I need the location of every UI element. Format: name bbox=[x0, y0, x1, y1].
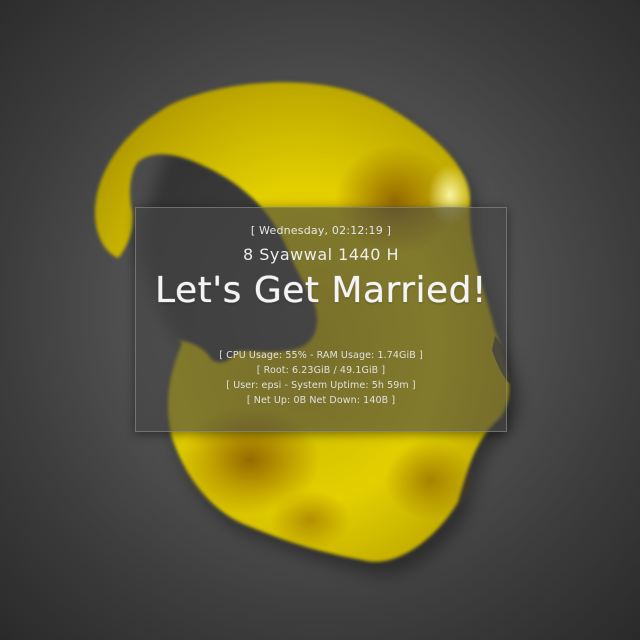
user-uptime-line: [ User: epsi - System Uptime: 5h 59m ] bbox=[226, 380, 416, 391]
conky-system-widget: [ Wednesday, 02:12:19 ] 8 Syawwal 1440 H… bbox=[135, 207, 507, 432]
network-traffic-line: [ Net Up: 0B Net Down: 140B ] bbox=[246, 395, 396, 406]
cpu-ram-usage-line: [ CPU Usage: 55% - RAM Usage: 1.74GiB ] bbox=[219, 350, 423, 361]
headline-text: Let's Get Married! bbox=[155, 270, 487, 311]
root-disk-usage-line: [ Root: 6.23GiB / 49.1GiB ] bbox=[256, 365, 386, 376]
hijri-date: 8 Syawwal 1440 H bbox=[242, 245, 400, 264]
clock-line: [ Wednesday, 02:12:19 ] bbox=[250, 224, 392, 237]
